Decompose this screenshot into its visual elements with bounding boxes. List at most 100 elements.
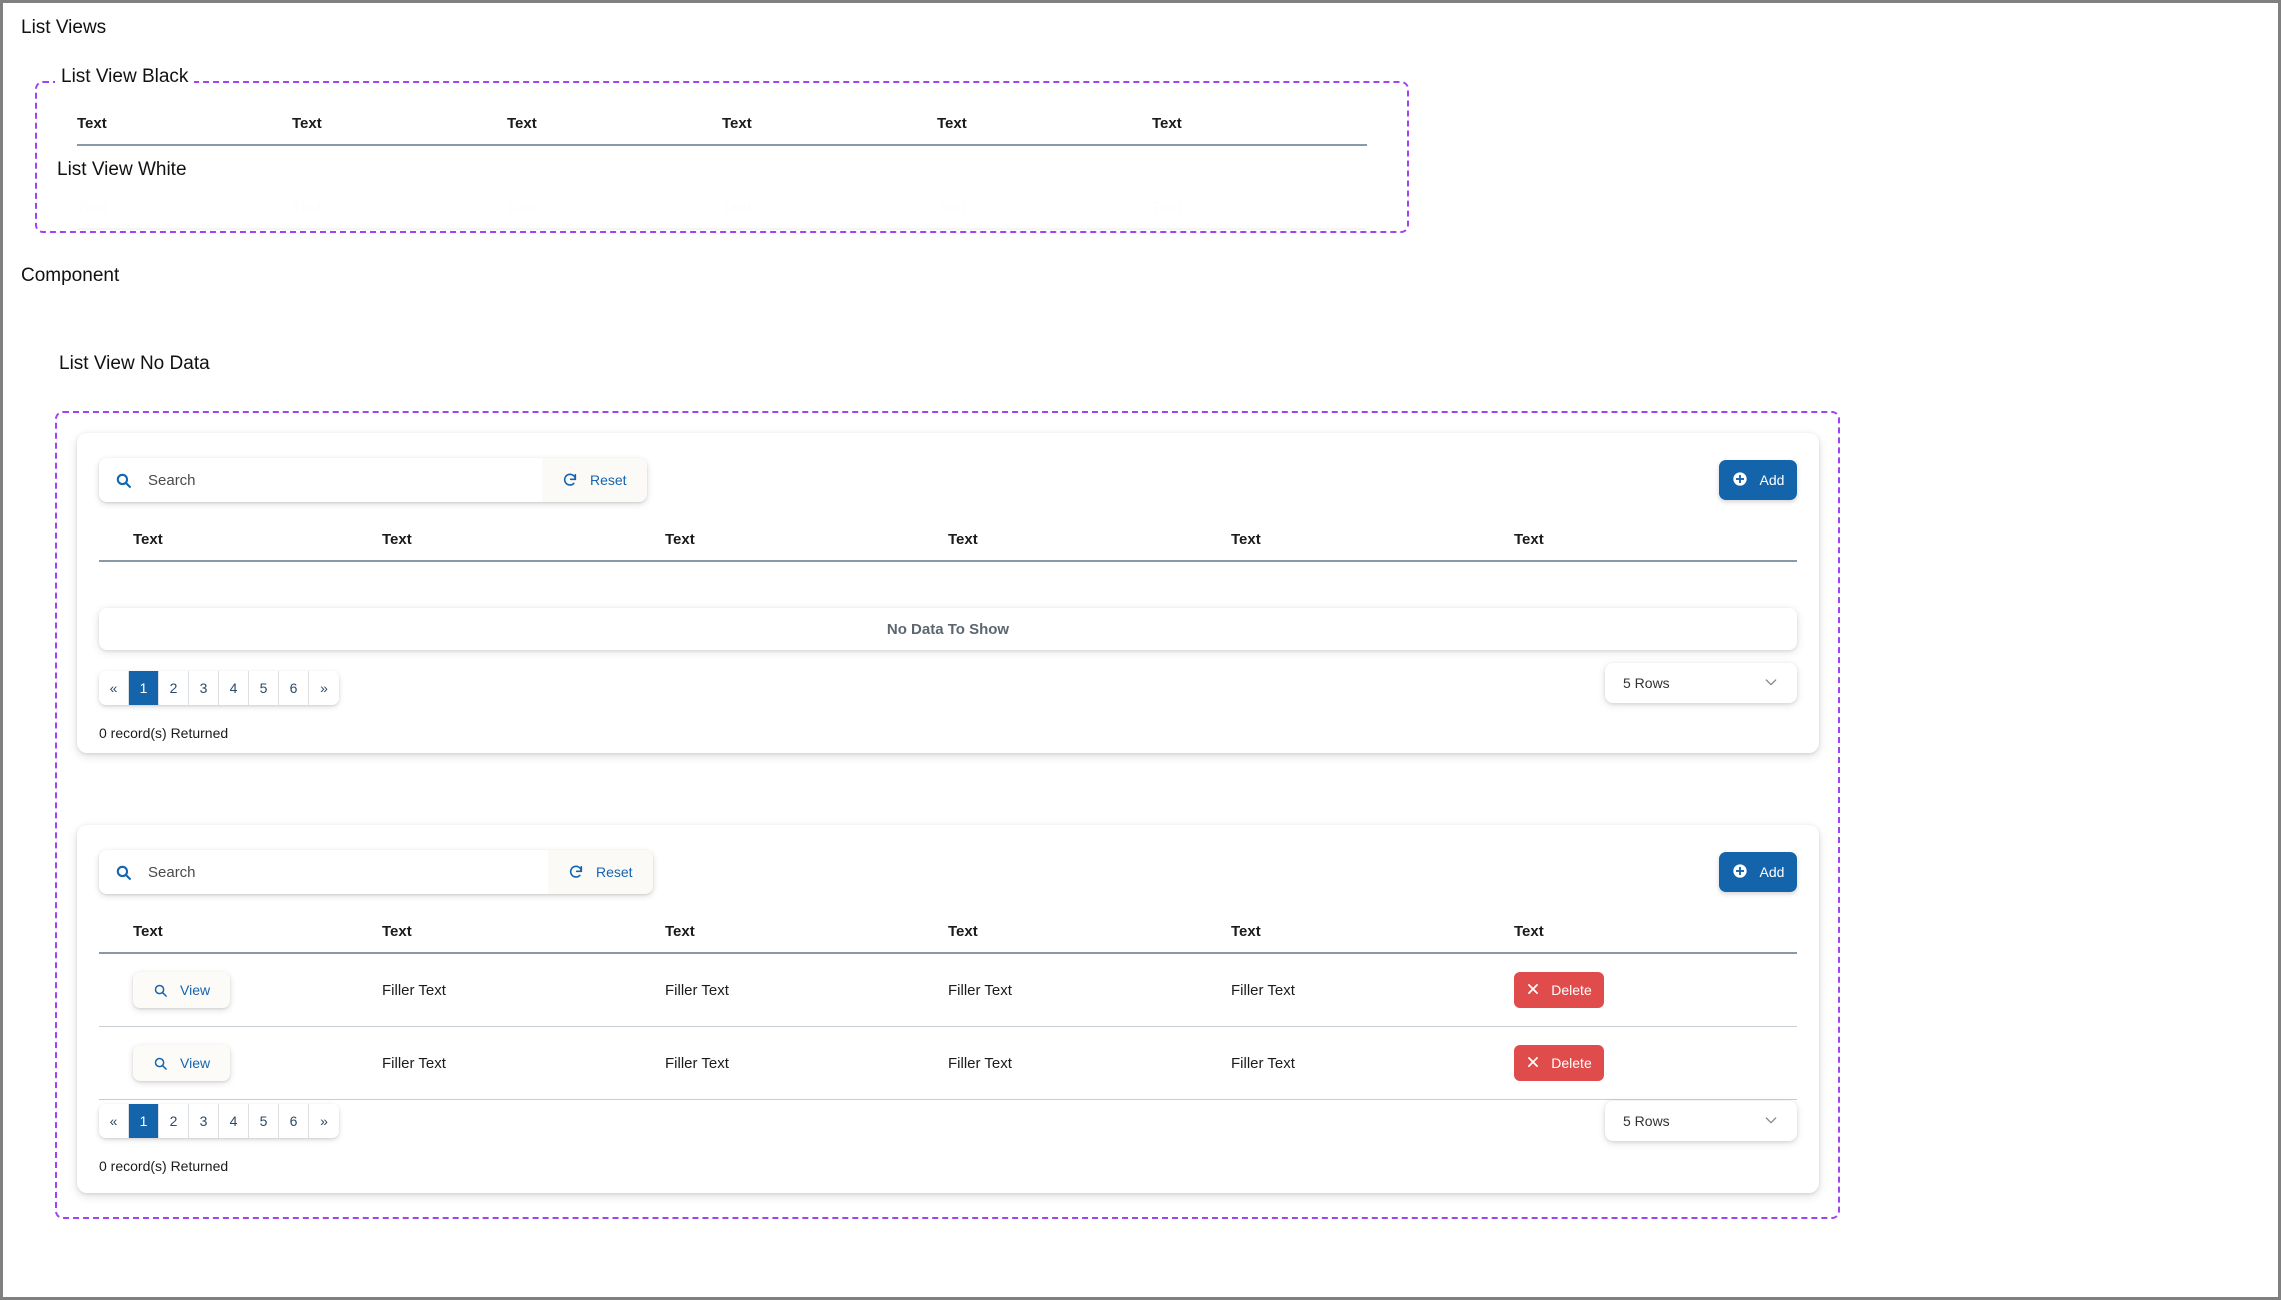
- column-header: Text: [292, 199, 322, 216]
- reset-button[interactable]: Reset: [542, 458, 647, 502]
- delete-button[interactable]: Delete: [1514, 972, 1604, 1008]
- list-view-black-label: List View Black: [55, 66, 195, 88]
- pagination-page-5[interactable]: 5: [249, 671, 279, 705]
- column-header: Text: [1152, 199, 1182, 216]
- row-delete-cell: Delete: [1514, 953, 1797, 1027]
- pagination-page-2[interactable]: 2: [159, 1104, 189, 1138]
- search-icon: [115, 472, 132, 489]
- column-header: Text: [1152, 115, 1182, 132]
- rows-per-page-select[interactable]: 5 Rows: [1605, 1101, 1797, 1141]
- cell-text: Filler Text: [382, 953, 665, 1027]
- list-view-white-table: Text Text Text Text Text Text: [37, 193, 1407, 230]
- chevron-down-icon: [1763, 1112, 1779, 1131]
- column-header: Text: [1231, 531, 1261, 548]
- list-views-dashed-container: Text Text Text Text Text Text List View …: [35, 81, 1409, 233]
- view-label: View: [180, 982, 211, 998]
- search-box[interactable]: [99, 458, 542, 502]
- search-input[interactable]: [146, 458, 526, 502]
- page-title: List Views: [21, 17, 107, 38]
- search-input[interactable]: [146, 850, 532, 894]
- column-header: Text: [133, 531, 163, 548]
- delete-label: Delete: [1551, 1055, 1592, 1071]
- no-data-message: No Data To Show: [99, 608, 1797, 650]
- pagination-page-3[interactable]: 3: [189, 671, 219, 705]
- rows-per-page-value: 5 Rows: [1623, 1113, 1670, 1129]
- list-view-white-label: List View White: [57, 159, 187, 180]
- delete-button[interactable]: Delete: [1514, 1045, 1604, 1081]
- reset-button[interactable]: Reset: [548, 850, 653, 894]
- pagination-page-6[interactable]: 6: [279, 1104, 309, 1138]
- table-row: View Filler Text Filler Text Filler Text…: [99, 953, 1797, 1027]
- table-header-row: Text Text Text Text Text Text: [77, 193, 1367, 229]
- search-icon: [115, 864, 132, 881]
- add-label: Add: [1759, 864, 1785, 880]
- plus-circle-icon: [1732, 471, 1748, 490]
- column-header: Text: [507, 115, 537, 132]
- column-header: Text: [722, 115, 752, 132]
- column-header: Text: [948, 531, 978, 548]
- chevron-down-icon: [1763, 674, 1779, 693]
- reset-label: Reset: [590, 472, 627, 488]
- column-header: Text: [77, 199, 107, 216]
- pagination-page-5[interactable]: 5: [249, 1104, 279, 1138]
- column-header: Text: [77, 115, 107, 132]
- table-header-row: Text Text Text Text Text Text: [99, 525, 1797, 561]
- row-actions-cell: View: [99, 953, 382, 1027]
- table-row: View Filler Text Filler Text Filler Text…: [99, 1026, 1797, 1100]
- add-button[interactable]: Add: [1719, 460, 1797, 500]
- view-button[interactable]: View: [133, 972, 231, 1008]
- cell-text: Filler Text: [948, 1026, 1231, 1100]
- rows-per-page-select[interactable]: 5 Rows: [1605, 663, 1797, 703]
- magnifier-icon: [153, 983, 168, 998]
- pagination-page-1[interactable]: 1: [129, 1104, 159, 1138]
- pagination-page-3[interactable]: 3: [189, 1104, 219, 1138]
- column-header: Text: [722, 199, 752, 216]
- pagination[interactable]: « 1 2 3 4 5 6 »: [99, 671, 339, 705]
- pagination-page-6[interactable]: 6: [279, 671, 309, 705]
- list-empty-toolbar: Reset: [99, 458, 647, 502]
- column-header: Text: [382, 923, 412, 940]
- pagination[interactable]: « 1 2 3 4 5 6 »: [99, 1104, 339, 1138]
- records-returned-text: 0 record(s) Returned: [99, 1158, 229, 1174]
- pagination-page-2[interactable]: 2: [159, 671, 189, 705]
- column-header: Text: [1514, 531, 1544, 548]
- component-label: Component: [21, 265, 120, 286]
- magnifier-icon: [153, 1056, 168, 1071]
- records-returned-text: 0 record(s) Returned: [99, 725, 229, 741]
- pagination-page-1[interactable]: 1: [129, 671, 159, 705]
- search-bar: Reset: [99, 850, 653, 894]
- close-icon: [1526, 1055, 1540, 1072]
- column-header: Text: [937, 199, 967, 216]
- column-header: Text: [665, 923, 695, 940]
- reset-label: Reset: [596, 864, 633, 880]
- pagination-next[interactable]: »: [309, 1104, 339, 1138]
- pagination-page-4[interactable]: 4: [219, 1104, 249, 1138]
- table-header-row: Text Text Text Text Text Text: [77, 109, 1367, 145]
- column-header: Text: [1231, 923, 1261, 940]
- list-empty-table: Text Text Text Text Text Text: [77, 525, 1819, 562]
- column-header: Text: [382, 531, 412, 548]
- list-view-no-data-label: List View No Data: [59, 353, 210, 374]
- add-button[interactable]: Add: [1719, 852, 1797, 892]
- cell-text: Filler Text: [1231, 1026, 1514, 1100]
- pagination-prev[interactable]: «: [99, 671, 129, 705]
- delete-label: Delete: [1551, 982, 1592, 998]
- column-header: Text: [1514, 923, 1544, 940]
- column-header: Text: [292, 115, 322, 132]
- view-label: View: [180, 1055, 211, 1071]
- refresh-icon: [562, 472, 578, 488]
- search-box[interactable]: [99, 850, 548, 894]
- cell-text: Filler Text: [382, 1026, 665, 1100]
- pagination-prev[interactable]: «: [99, 1104, 129, 1138]
- cell-text: Filler Text: [1231, 953, 1514, 1027]
- column-header: Text: [937, 115, 967, 132]
- list-view-data-card: Reset Add Text Text Text Text Text: [77, 825, 1819, 1193]
- column-header: Text: [133, 923, 163, 940]
- pagination-page-4[interactable]: 4: [219, 671, 249, 705]
- column-header: Text: [948, 923, 978, 940]
- search-bar: Reset: [99, 458, 647, 502]
- view-button[interactable]: View: [133, 1045, 231, 1081]
- pagination-next[interactable]: »: [309, 671, 339, 705]
- list-data-toolbar: Reset: [99, 850, 653, 894]
- refresh-icon: [568, 864, 584, 880]
